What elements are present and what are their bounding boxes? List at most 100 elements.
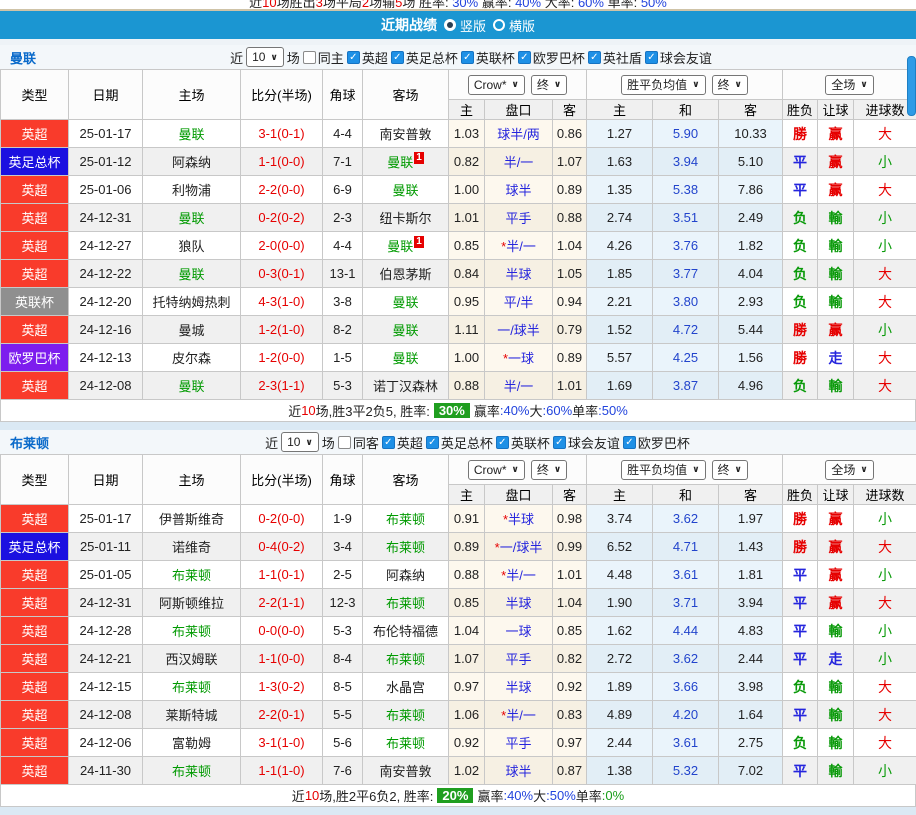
odds-away-cell: 0.83: [553, 701, 587, 729]
team-link: 托特纳姆热刺: [152, 295, 230, 310]
away-team-cell: 南安普敦: [363, 757, 449, 785]
league-filter[interactable]: ✓英社盾: [588, 48, 642, 67]
away-team-cell: 曼联1: [363, 148, 449, 176]
scope-select[interactable]: 全场∨: [825, 460, 873, 480]
league-checkbox[interactable]: ✓: [391, 51, 404, 64]
same-venue-filter[interactable]: 同客: [338, 433, 379, 452]
league-checkbox[interactable]: ✓: [347, 51, 360, 64]
handicap-cell: *一球: [485, 344, 553, 372]
spacer: [0, 807, 916, 815]
stat-segment: 10: [301, 403, 315, 418]
mean-away-cell: 1.82: [719, 232, 783, 260]
scope-select[interactable]: 全场∨: [825, 75, 873, 95]
odds-home-cell: 0.88: [449, 372, 485, 400]
odds-home-cell: 0.85: [449, 232, 485, 260]
team-link: 曼联: [178, 267, 204, 282]
score-cell: 3-1(1-0): [241, 729, 323, 757]
corners-cell: 3-4: [323, 533, 363, 561]
goals-cell: 大: [854, 533, 916, 561]
league-checkbox[interactable]: ✓: [426, 436, 439, 449]
league-filter[interactable]: ✓英足总杯: [391, 48, 458, 67]
odds-source-select[interactable]: Crow*∨: [468, 460, 525, 480]
home-team-cell: 布莱顿: [143, 617, 241, 645]
mean-stage-select[interactable]: 终∨: [712, 75, 748, 95]
mean-draw-cell: 3.76: [653, 232, 719, 260]
goals-cell: 小: [854, 204, 916, 232]
league-filter-label: 英联杯: [511, 433, 550, 452]
layout-radio-horizontal[interactable]: 横版: [493, 16, 535, 35]
goals-cell: 大: [854, 729, 916, 757]
date-cell: 24-12-20: [69, 288, 143, 316]
corners-cell: 5-6: [323, 729, 363, 757]
away-team-cell: 纽卡斯尔: [363, 204, 449, 232]
goals-cell: 大: [854, 288, 916, 316]
handicap-text: 平手: [505, 736, 531, 751]
odds-stage-select[interactable]: 终∨: [531, 75, 567, 95]
sub-col-header: 胜负: [783, 100, 818, 120]
same-venue-filter[interactable]: 同主: [303, 48, 344, 67]
layout-radio-vertical[interactable]: 竖版: [444, 16, 486, 35]
mean-home-cell: 1.38: [587, 757, 653, 785]
stat-segment: 大率:: [541, 0, 578, 9]
league-filter[interactable]: ✓英超: [382, 433, 423, 452]
odds-stage-select[interactable]: 终∨: [531, 460, 567, 480]
mean-draw-cell: 5.90: [653, 120, 719, 148]
col-header-date: 日期: [69, 70, 143, 120]
handicap-text: 半/一: [504, 379, 534, 394]
team-link: 阿森纳: [386, 568, 425, 583]
league-checkbox[interactable]: ✓: [496, 436, 509, 449]
scrollbar-thumb[interactable]: [907, 56, 916, 116]
match-row: 英超24-12-31曼联0-2(0-2)2-3纽卡斯尔1.01平手0.882.7…: [1, 204, 916, 232]
same-venue-checkbox[interactable]: [338, 436, 351, 449]
match-count-select[interactable]: 10∨: [281, 432, 319, 452]
handicap-result-cell: 輸: [818, 288, 854, 316]
sub-col-header: 客: [553, 485, 587, 505]
same-venue-checkbox[interactable]: [303, 51, 316, 64]
league-checkbox[interactable]: ✓: [553, 436, 566, 449]
odds-home-cell: 0.92: [449, 729, 485, 757]
stat-segment: :50%: [546, 788, 576, 803]
handicap-result-cell: 輸: [818, 372, 854, 400]
stat-segment: 赢率: [474, 401, 500, 420]
league-checkbox[interactable]: ✓: [461, 51, 474, 64]
league-filter[interactable]: ✓球会友谊: [645, 48, 712, 67]
odds-away-cell: 0.89: [553, 344, 587, 372]
mean-source-select[interactable]: 胜平负均值∨: [621, 460, 705, 480]
away-team-cell: 曼联: [363, 344, 449, 372]
mean-draw-cell: 3.62: [653, 505, 719, 533]
league-filter[interactable]: ✓欧罗巴杯: [518, 48, 585, 67]
league-checkbox[interactable]: ✓: [645, 51, 658, 64]
match-count-select[interactable]: 10∨: [246, 47, 284, 67]
chevron-down-icon: ∨: [735, 464, 742, 475]
league-checkbox[interactable]: ✓: [382, 436, 395, 449]
mean-stage-select[interactable]: 终∨: [712, 460, 748, 480]
mean-source-select[interactable]: 胜平负均值∨: [621, 75, 705, 95]
league-checkbox[interactable]: ✓: [518, 51, 531, 64]
league-filter[interactable]: ✓英联杯: [496, 433, 550, 452]
goals-cell: 大: [854, 120, 916, 148]
handicap-text: 半/一: [506, 568, 536, 583]
league-filter[interactable]: ✓英超: [347, 48, 388, 67]
stat-segment: 30%: [434, 403, 470, 418]
league-filter[interactable]: ✓球会友谊: [553, 433, 620, 452]
col-header-score: 比分(半场): [241, 455, 323, 505]
league-filter[interactable]: ✓英联杯: [461, 48, 515, 67]
league-filter[interactable]: ✓欧罗巴杯: [623, 433, 690, 452]
league-cell: 英超: [1, 505, 69, 533]
stat-segment: 单率: [572, 401, 598, 420]
league-filter[interactable]: ✓英足总杯: [426, 433, 493, 452]
odds-source-select[interactable]: Crow*∨: [468, 75, 525, 95]
league-checkbox[interactable]: ✓: [588, 51, 601, 64]
team-link: 南安普敦: [379, 127, 431, 142]
league-checkbox[interactable]: ✓: [623, 436, 636, 449]
home-team-cell: 富勒姆: [143, 729, 241, 757]
section-summary: 近10场,胜3平2负5, 胜率:30% 赢率:40% 大:60% 单率:50%: [0, 400, 916, 422]
league-cell: 英足总杯: [1, 533, 69, 561]
date-cell: 24-12-06: [69, 729, 143, 757]
mean-away-cell: 2.93: [719, 288, 783, 316]
league-filter-label: 欧罗巴杯: [533, 48, 585, 67]
handicap-result-cell: 輸: [818, 701, 854, 729]
goals-cell: 小: [854, 645, 916, 673]
mean-away-cell: 4.96: [719, 372, 783, 400]
mean-draw-cell: 3.62: [653, 645, 719, 673]
